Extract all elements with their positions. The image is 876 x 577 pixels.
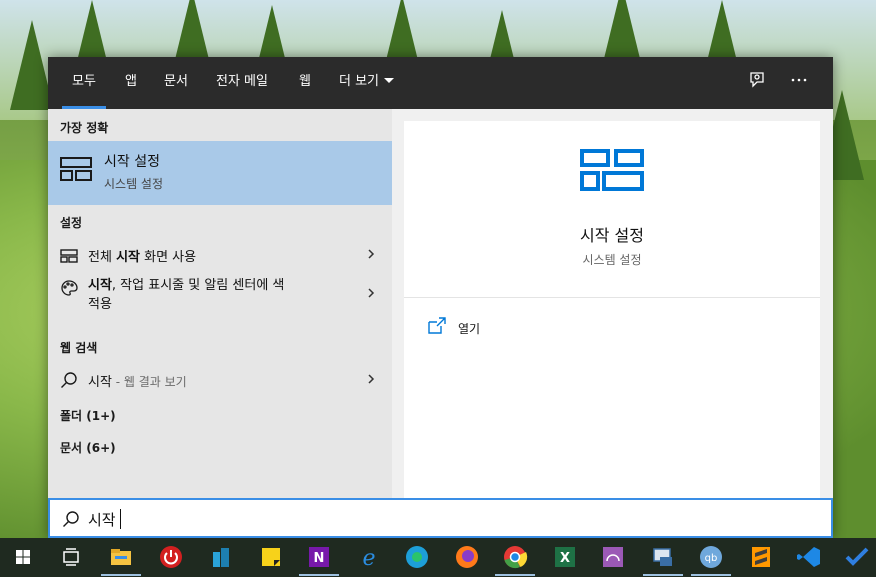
sublime-text-icon[interactable] (746, 542, 776, 572)
sticky-notes-icon[interactable] (256, 542, 286, 572)
tab-documents[interactable]: 문서 (164, 57, 188, 109)
section-web-search: 웹 검색 (60, 341, 98, 355)
tab-web[interactable]: 웹 (299, 57, 311, 109)
chrome-icon[interactable] (495, 542, 535, 576)
svg-text:X: X (560, 551, 570, 566)
feedback-icon[interactable] (747, 71, 769, 93)
svg-text:N: N (314, 551, 325, 566)
chevron-down-icon (384, 78, 395, 83)
section-documents[interactable]: 문서 (6+) (60, 439, 116, 456)
tab-apps[interactable]: 앱 (125, 57, 137, 109)
tab-more[interactable]: 더 보기 (339, 57, 395, 109)
remote-desktop-icon[interactable] (643, 542, 683, 576)
results-list: 가장 정확 시작 설정 시스템 설정 설정 전체 시작 화면 사용 시작, 작업… (48, 109, 392, 498)
start-settings-icon (580, 149, 644, 191)
settings-result-colors[interactable]: 시작, 작업 표시줄 및 알림 센터에 색 적용 (48, 273, 392, 321)
start-layout-icon (60, 249, 78, 263)
windows-start-icon[interactable] (8, 542, 38, 572)
svg-text:qb: qb (705, 553, 718, 564)
open-label: 열기 (458, 322, 481, 336)
tab-email[interactable]: 전자 메일 (216, 57, 268, 109)
onenote-icon[interactable]: N (299, 542, 339, 576)
settings-result-label: 시작, 작업 표시줄 및 알림 센터에 색 적용 (88, 278, 285, 312)
internet-explorer-icon[interactable]: e (354, 542, 384, 572)
open-icon (428, 317, 446, 334)
settings-result-full-start[interactable]: 전체 시작 화면 사용 (48, 237, 392, 271)
text-cursor (120, 509, 121, 529)
gauge-app-icon[interactable] (598, 542, 628, 572)
settings-result-label: 전체 시작 화면 사용 (88, 250, 197, 265)
chevron-right-icon (368, 288, 375, 298)
firefox-icon[interactable] (452, 542, 482, 572)
palette-icon (61, 280, 78, 296)
file-explorer-icon[interactable] (101, 542, 141, 576)
web-search-result[interactable]: 시작 - 웹 결과 보기 (48, 362, 392, 396)
section-settings: 설정 (60, 216, 83, 230)
section-best-match: 가장 정확 (60, 121, 109, 135)
search-input-value: 시작 (88, 511, 116, 529)
preview-divider (404, 297, 820, 298)
section-folders[interactable]: 폴더 (1+) (60, 407, 116, 424)
start-settings-icon (60, 157, 92, 181)
search-icon (61, 372, 77, 388)
todo-icon[interactable] (842, 542, 872, 572)
search-tab-bar: 모두 앱 문서 전자 메일 웹 더 보기 (48, 57, 833, 109)
taskbar: N e X qb (0, 538, 876, 577)
preview-title: 시작 설정 (580, 226, 644, 245)
tab-all[interactable]: 모두 (62, 57, 106, 109)
chevron-right-icon (368, 374, 375, 384)
preview-subtitle: 시스템 설정 (582, 253, 642, 267)
search-input[interactable]: 시작 (48, 498, 833, 538)
buildings-app-icon[interactable] (206, 542, 236, 572)
chevron-right-icon (368, 249, 375, 259)
qbittorrent-icon[interactable]: qb (691, 542, 731, 576)
excel-icon[interactable]: X (550, 542, 580, 572)
best-match-subtitle: 시스템 설정 (104, 177, 164, 191)
search-panel: 모두 앱 문서 전자 메일 웹 더 보기 가장 정확 시작 설정 시스템 설정 … (48, 57, 833, 538)
tab-more-label: 더 보기 (339, 74, 380, 89)
power-app-icon[interactable] (156, 542, 186, 572)
search-icon (63, 511, 79, 527)
task-view-icon[interactable] (56, 542, 86, 572)
edge-icon[interactable] (402, 542, 432, 572)
more-options-icon[interactable] (788, 71, 810, 93)
best-match-item[interactable]: 시작 설정 시스템 설정 (48, 141, 392, 205)
svg-text:e: e (362, 546, 375, 571)
vscode-icon[interactable] (794, 542, 824, 572)
web-search-label: 시작 - 웹 결과 보기 (88, 375, 187, 390)
preview-pane: 시작 설정 시스템 설정 열기 (404, 121, 820, 498)
best-match-title: 시작 설정 (104, 154, 160, 170)
